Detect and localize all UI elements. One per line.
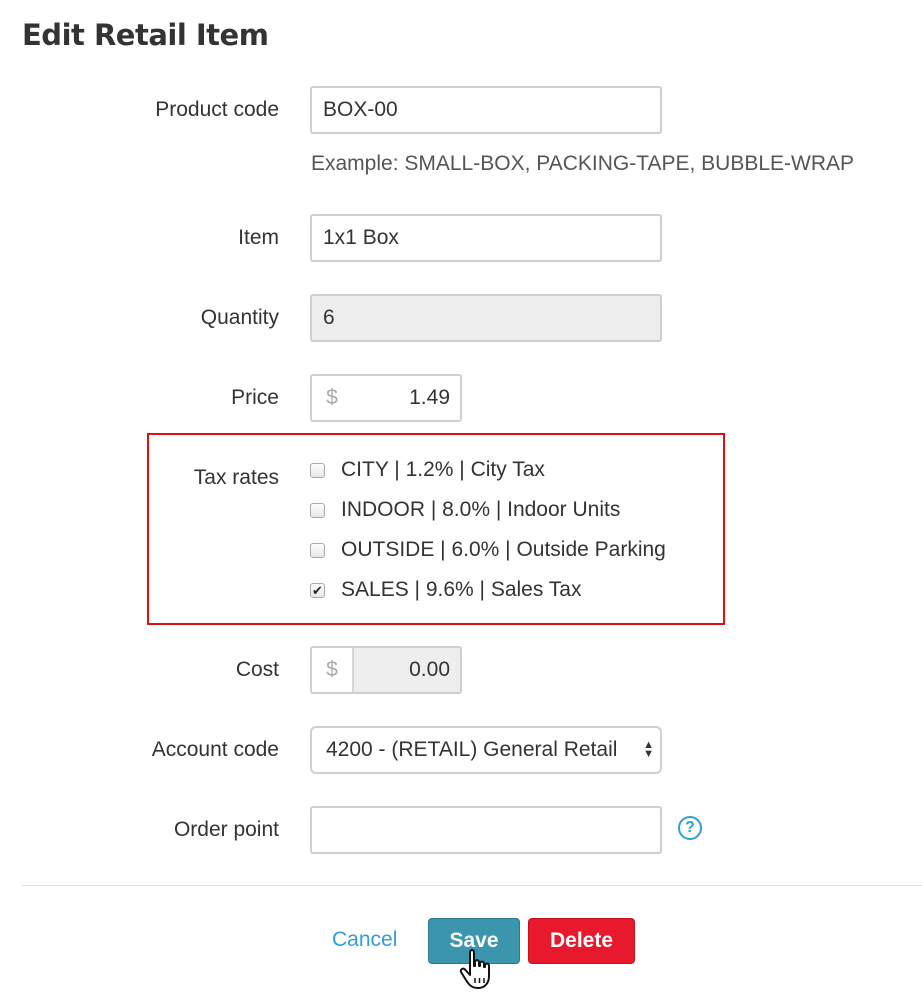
delete-button[interactable]: Delete bbox=[528, 918, 635, 964]
order-point-input[interactable] bbox=[310, 806, 662, 854]
select-arrows-icon: ▲ ▼ bbox=[643, 739, 654, 760]
account-code-select[interactable]: 4200 - (RETAIL) General Retail ▲ ▼ bbox=[310, 726, 662, 774]
product-code-label: Product code bbox=[155, 98, 279, 121]
tax-city-checkbox[interactable] bbox=[310, 462, 325, 478]
tax-option-city[interactable]: CITY | 1.2% | City Tax bbox=[310, 458, 545, 482]
price-currency-addon: $ bbox=[312, 376, 352, 420]
tax-option-sales[interactable]: ✔ SALES | 9.6% | Sales Tax bbox=[310, 578, 582, 602]
tax-sales-label: SALES | 9.6% | Sales Tax bbox=[341, 578, 582, 601]
tax-outside-checkbox[interactable] bbox=[310, 542, 325, 558]
tax-city-label: CITY | 1.2% | City Tax bbox=[341, 458, 545, 481]
order-point-label: Order point bbox=[173, 818, 279, 841]
tax-indoor-checkbox[interactable] bbox=[310, 502, 325, 518]
quantity-input: 6 bbox=[310, 294, 662, 342]
price-value[interactable]: 1.49 bbox=[352, 376, 460, 420]
item-label: Item bbox=[238, 226, 279, 249]
tax-outside-label: OUTSIDE | 6.0% | Outside Parking bbox=[341, 538, 666, 561]
tax-option-outside[interactable]: OUTSIDE | 6.0% | Outside Parking bbox=[310, 538, 666, 562]
tax-indoor-label: INDOOR | 8.0% | Indoor Units bbox=[341, 498, 621, 521]
tax-option-indoor[interactable]: INDOOR | 8.0% | Indoor Units bbox=[310, 498, 620, 522]
cancel-link[interactable]: Cancel bbox=[332, 928, 397, 952]
price-label: Price bbox=[231, 386, 279, 409]
product-code-input[interactable]: BOX-00 bbox=[310, 86, 662, 134]
item-input[interactable]: 1x1 Box bbox=[310, 214, 662, 262]
account-code-label: Account code bbox=[151, 738, 279, 761]
cost-currency-addon: $ bbox=[312, 648, 354, 692]
cost-input: $ 0.00 bbox=[310, 646, 462, 694]
cost-label: Cost bbox=[235, 658, 279, 681]
quantity-label: Quantity bbox=[200, 306, 279, 329]
tax-sales-checkbox[interactable]: ✔ bbox=[310, 582, 325, 598]
product-code-help: Example: SMALL-BOX, PACKING-TAPE, BUBBLE… bbox=[311, 152, 855, 175]
cost-value: 0.00 bbox=[354, 648, 460, 692]
account-code-selected: 4200 - (RETAIL) General Retail bbox=[326, 738, 618, 761]
question-circle-icon[interactable]: ? bbox=[678, 816, 702, 840]
tax-rates-label: Tax rates bbox=[193, 466, 279, 489]
hand-pointer-cursor-icon bbox=[459, 949, 490, 989]
page-title: Edit Retail Item bbox=[22, 18, 269, 52]
form-divider bbox=[22, 885, 922, 886]
price-input[interactable]: $ 1.49 bbox=[310, 374, 462, 422]
